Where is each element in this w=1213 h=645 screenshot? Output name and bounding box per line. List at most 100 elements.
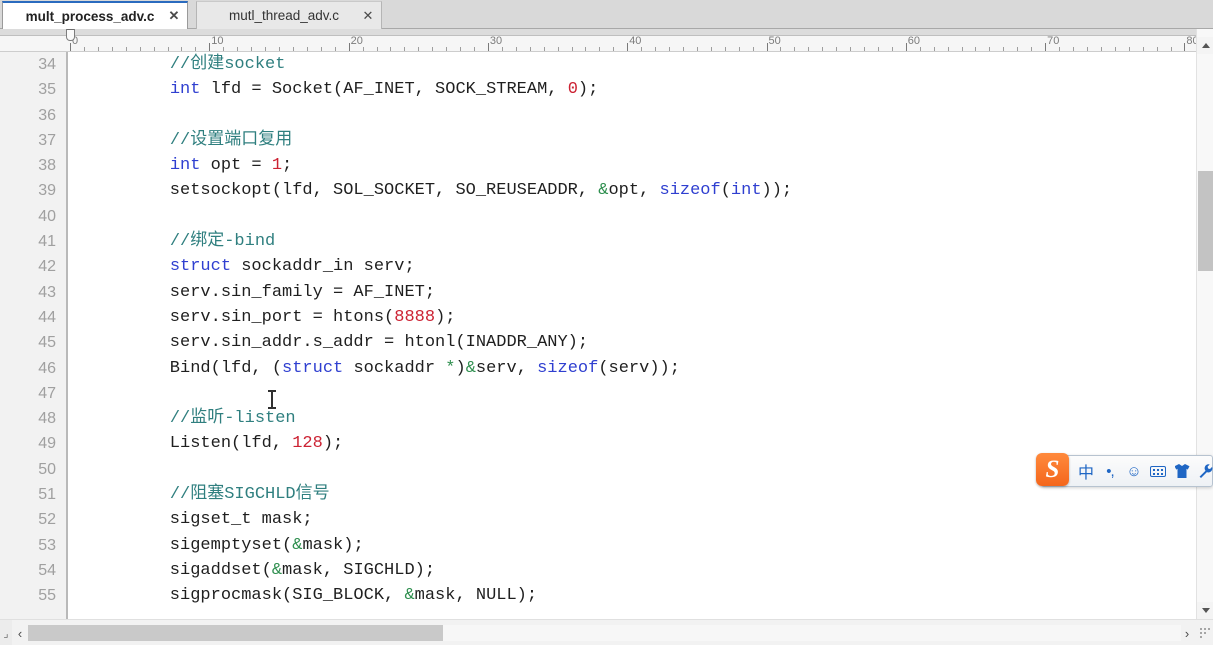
code-token: Bind(lfd, ( bbox=[129, 358, 283, 378]
line-number: 36 bbox=[38, 106, 56, 124]
line-number: 50 bbox=[38, 460, 56, 478]
toolbox-wrench-icon[interactable] bbox=[1194, 458, 1213, 484]
code-token: 8888 bbox=[394, 307, 436, 327]
line-number: 53 bbox=[38, 536, 56, 554]
skin-shirt-icon[interactable] bbox=[1170, 458, 1194, 484]
chevron-down-icon bbox=[1201, 608, 1210, 613]
text-cursor-icon bbox=[268, 390, 276, 409]
horizontal-scrollbar-track[interactable] bbox=[28, 625, 1181, 641]
line-number: 37 bbox=[38, 131, 56, 149]
code-text: sigprocmask(SIG_BLOCK, &mask, NULL); bbox=[129, 583, 537, 608]
code-line[interactable]: 43 serv.sin_family = AF_INET; bbox=[0, 280, 1196, 305]
code-token: (serv)); bbox=[598, 358, 680, 378]
line-number: 38 bbox=[38, 157, 56, 175]
code-line[interactable]: 53 sigemptyset(&mask); bbox=[0, 533, 1196, 558]
tab-mult-process-adv-c[interactable]: mult_process_adv.c ✕ bbox=[2, 1, 188, 29]
code-line[interactable]: 42 struct sockaddr_in serv; bbox=[0, 254, 1196, 279]
code-line[interactable]: 51 //阻塞SIGCHLD信号 bbox=[0, 482, 1196, 507]
ruler-number: 70 bbox=[1047, 35, 1060, 47]
ruler-major-tick bbox=[209, 43, 211, 51]
code-token: sockaddr_in serv; bbox=[231, 257, 415, 277]
vertical-scrollbar[interactable] bbox=[1196, 29, 1213, 619]
code-line[interactable]: 34 //创建socket bbox=[0, 52, 1196, 77]
ime-toolbar[interactable]: S 中 •, ☺ bbox=[1036, 453, 1213, 487]
code-token: int bbox=[730, 181, 762, 201]
code-token: & bbox=[465, 358, 476, 378]
input-mode-chinese-icon[interactable]: 中 bbox=[1074, 458, 1098, 484]
scroll-left-button[interactable]: ‹ bbox=[12, 620, 28, 645]
ruler-indent-marker[interactable] bbox=[66, 29, 75, 41]
code-text: //监听-listen bbox=[129, 406, 296, 431]
ruler-number: 40 bbox=[629, 35, 642, 47]
code-token: ); bbox=[577, 80, 599, 100]
code-line[interactable]: 48 //监听-listen bbox=[0, 406, 1196, 431]
code-token: mask); bbox=[302, 535, 364, 555]
keyboard-glyph bbox=[1150, 465, 1166, 477]
scroll-right-button[interactable]: › bbox=[1179, 620, 1195, 645]
code-token: & bbox=[598, 181, 609, 201]
code-token: struct bbox=[169, 257, 232, 277]
code-text: sigset_t mask; bbox=[129, 507, 313, 532]
code-token: sigemptyset( bbox=[129, 535, 293, 555]
vertical-scrollbar-thumb[interactable] bbox=[1198, 170, 1213, 271]
ruler-number: 10 bbox=[211, 35, 224, 47]
code-line[interactable]: 44 serv.sin_port = htons(8888); bbox=[0, 305, 1196, 330]
code-text: Listen(lfd, 128); bbox=[129, 431, 343, 456]
code-token: & bbox=[404, 586, 415, 606]
code-text: //设置端口复用 bbox=[129, 128, 292, 153]
punctuation-mode-icon[interactable]: •, bbox=[1098, 458, 1122, 484]
code-line[interactable]: 54 sigaddset(&mask, SIGCHLD); bbox=[0, 558, 1196, 583]
code-token: Listen(lfd, bbox=[129, 434, 293, 454]
code-text: serv.sin_addr.s_addr = htonl(INADDR_ANY)… bbox=[129, 330, 588, 355]
code-line[interactable]: 47 bbox=[0, 381, 1196, 406]
code-lines[interactable]: 34 //创建socket 35 int lfd = Socket(AF_INET… bbox=[0, 52, 1196, 609]
code-line[interactable]: 35 int lfd = Socket(AF_INET, SOCK_STREAM… bbox=[0, 77, 1196, 102]
code-line[interactable]: 50 bbox=[0, 457, 1196, 482]
code-line[interactable]: 45 serv.sin_addr.s_addr = htonl(INADDR_A… bbox=[0, 330, 1196, 355]
ruler-major-tick bbox=[905, 43, 907, 51]
code-token: sigaddset( bbox=[129, 560, 272, 580]
code-text: int lfd = Socket(AF_INET, SOCK_STREAM, 0… bbox=[129, 77, 598, 102]
line-number: 45 bbox=[38, 334, 56, 352]
code-line[interactable]: 39 setsockopt(lfd, SOL_SOCKET, SO_REUSEA… bbox=[0, 178, 1196, 203]
code-token: & bbox=[271, 560, 283, 580]
soft-keyboard-icon[interactable] bbox=[1146, 458, 1170, 484]
code-token: lfd = Socket(AF_INET, SOCK_STREAM, bbox=[200, 80, 568, 100]
code-text: setsockopt(lfd, SOL_SOCKET, SO_REUSEADDR… bbox=[129, 178, 792, 203]
code-line[interactable]: 55 sigprocmask(SIG_BLOCK, &mask, NULL); bbox=[0, 583, 1196, 608]
column-ruler[interactable]: 0 10 20 30 40 50 60 70 80 bbox=[0, 29, 1213, 52]
emoji-smiley-icon[interactable]: ☺ bbox=[1122, 458, 1146, 484]
scroll-down-button[interactable] bbox=[1197, 602, 1213, 619]
code-line[interactable]: 49 Listen(lfd, 128); bbox=[0, 431, 1196, 456]
horizontal-scrollbar-thumb[interactable] bbox=[28, 625, 444, 641]
ruler-number: 60 bbox=[907, 35, 921, 47]
code-token: int bbox=[169, 156, 201, 176]
code-editor[interactable]: 34 //创建socket 35 int lfd = Socket(AF_INET… bbox=[0, 52, 1196, 619]
scroll-up-button[interactable] bbox=[1197, 37, 1213, 54]
tab-mutl-thread-adv-c[interactable]: mutl_thread_adv.c ✕ bbox=[196, 1, 382, 29]
code-line[interactable]: 36 bbox=[0, 103, 1196, 128]
horizontal-scrollbar[interactable]: ⌟ ‹ › bbox=[0, 619, 1213, 645]
code-line[interactable]: 37 //设置端口复用 bbox=[0, 128, 1196, 153]
resize-handle-icon[interactable] bbox=[1198, 624, 1212, 642]
sogou-logo-icon[interactable]: S bbox=[1036, 453, 1069, 486]
line-number: 51 bbox=[38, 486, 56, 504]
tab-label: mutl_thread_adv.c bbox=[228, 8, 340, 23]
close-icon[interactable]: ✕ bbox=[161, 8, 187, 24]
code-line[interactable]: 38 int opt = 1; bbox=[0, 153, 1196, 178]
code-token: ( bbox=[720, 181, 731, 201]
code-line[interactable]: 41 //绑定-bind bbox=[0, 229, 1196, 254]
ruler-shade bbox=[0, 29, 1213, 36]
line-number: 35 bbox=[38, 81, 56, 99]
code-line[interactable]: 52 sigset_t mask; bbox=[0, 507, 1196, 532]
scrollbar-corner: ⌟ bbox=[0, 620, 12, 645]
close-icon[interactable]: ✕ bbox=[355, 8, 381, 24]
code-token: serv.sin_addr.s_addr = htonl(INADDR_ANY)… bbox=[129, 333, 589, 353]
ime-button-group: 中 •, ☺ bbox=[1074, 458, 1213, 484]
code-line[interactable]: 46 Bind(lfd, (struct sockaddr *)&serv, s… bbox=[0, 356, 1196, 381]
code-text: serv.sin_family = AF_INET; bbox=[129, 280, 435, 305]
code-line[interactable]: 40 bbox=[0, 204, 1196, 229]
